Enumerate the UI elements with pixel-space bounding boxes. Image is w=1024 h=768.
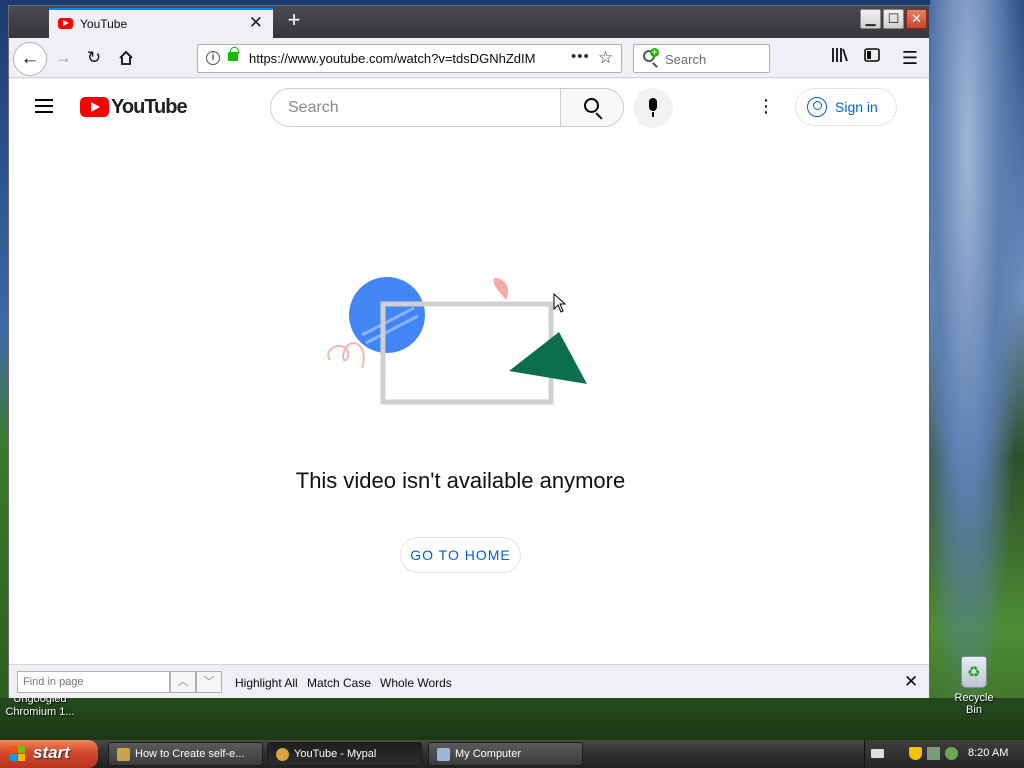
chevron-up-icon: ︿ (177, 676, 189, 688)
home-button[interactable] (112, 44, 140, 72)
chevron-down-icon: ﹀ (203, 676, 215, 688)
go-to-home-button[interactable]: GO TO HOME (400, 537, 521, 573)
computer-icon (437, 748, 450, 761)
reload-button[interactable]: ↻ (80, 44, 108, 72)
page-content: YouTube Search · · · Sign in This video is… (9, 79, 929, 664)
start-label: start (33, 743, 70, 762)
home-icon (119, 50, 133, 65)
taskbar-item-youtube-mypal[interactable]: YouTube - Mypal (267, 742, 422, 766)
minimize-button[interactable]: ▁ (860, 9, 881, 29)
hamburger-menu-icon: ☰ (901, 48, 919, 68)
youtube-logo-text: YouTube (111, 96, 188, 118)
back-arrow-icon: ← (20, 48, 40, 69)
network-icon[interactable] (927, 747, 940, 760)
taskbar-item-how-to[interactable]: How to Create self-e... (108, 742, 263, 766)
unavailable-message: This video isn't available anymore (295, 468, 626, 493)
find-previous-button[interactable]: ︿ (170, 671, 196, 693)
forward-button[interactable]: → (49, 44, 77, 72)
taskbar-item-label: How to Create self-e... (135, 748, 245, 760)
back-button[interactable]: ← (13, 42, 47, 76)
navigation-toolbar: ← → ↻ i https://www.youtube.com/watch?v=… (9, 38, 929, 78)
taskbar-item-my-computer[interactable]: My Computer (428, 742, 583, 766)
youtube-guide-button[interactable] (35, 99, 53, 113)
safely-remove-icon[interactable] (945, 747, 958, 760)
url-text[interactable]: https://www.youtube.com/watch?v=tdsDGNhZ… (249, 51, 535, 66)
forward-arrow-icon: → (54, 48, 72, 67)
recycle-bin-icon (961, 656, 987, 688)
mouse-cursor-icon (553, 293, 567, 313)
info-icon[interactable]: i (206, 51, 220, 65)
tab-youtube[interactable]: YouTube ✕ (49, 8, 273, 38)
open-menu-button[interactable]: ☰ (899, 47, 921, 69)
tab-strip: YouTube ✕ + ▁ ☐ ✕ (9, 6, 929, 38)
windows-flag-icon (10, 746, 26, 762)
page-actions-icon[interactable]: ••• (571, 48, 590, 65)
settings-more-icon[interactable]: · · · (761, 90, 771, 122)
youtube-search-button[interactable] (560, 88, 624, 127)
search-icon (584, 98, 599, 113)
clock[interactable]: 8:20 AM (968, 747, 1008, 759)
find-bar: Find in page ︿ ﹀ Highlight All Match Cas… (9, 664, 929, 698)
address-bar[interactable]: i https://www.youtube.com/watch?v=tdsDGN… (197, 44, 622, 73)
close-window-button[interactable]: ✕ (906, 9, 927, 29)
bookmark-star-icon[interactable]: ☆ (598, 48, 613, 68)
desktop-icon-chromium[interactable]: Ungoogled Chromium 1... (4, 696, 76, 718)
taskbar: start How to Create self-e... YouTube - … (0, 740, 1024, 768)
account-icon (807, 97, 827, 117)
whole-words-toggle[interactable]: Whole Words (380, 676, 452, 690)
browser-search-box[interactable]: + Search (633, 44, 770, 73)
recycle-bin-label: Recycle Bin (954, 692, 994, 716)
match-case-toggle[interactable]: Match Case (307, 676, 371, 690)
tab-title: YouTube (80, 17, 128, 31)
youtube-favicon-icon (58, 18, 73, 29)
find-next-button[interactable]: ﹀ (196, 671, 222, 693)
keyboard-icon[interactable] (871, 749, 884, 758)
close-find-bar-icon[interactable]: ✕ (904, 672, 918, 692)
youtube-search-placeholder: Search (288, 99, 339, 116)
youtube-play-icon (80, 97, 109, 117)
desktop-background-left (0, 0, 8, 740)
taskbar-item-label: My Computer (455, 748, 522, 760)
reload-icon: ↻ (86, 48, 102, 67)
app-icon (117, 748, 130, 761)
system-tray: 8:20 AM (864, 740, 1024, 768)
add-search-engine-icon: + (650, 47, 659, 57)
library-button[interactable] (829, 47, 851, 69)
highlight-all-toggle[interactable]: Highlight All (235, 676, 298, 690)
taskbar-item-label: YouTube - Mypal (294, 748, 377, 760)
new-tab-button[interactable]: + (281, 8, 307, 34)
shield-icon[interactable] (909, 747, 922, 760)
browser-window: YouTube ✕ + ▁ ☐ ✕ ← → ↻ i https://www.yo… (8, 5, 930, 698)
desktop-background (930, 0, 1024, 740)
desktop-background-bottom (0, 698, 1024, 740)
maximize-button[interactable]: ☐ (883, 9, 904, 29)
voice-search-button[interactable] (633, 88, 673, 128)
library-icon (832, 48, 848, 62)
sign-in-label: Sign in (835, 99, 878, 115)
youtube-search-input[interactable]: Search (270, 88, 561, 127)
sidebar-button[interactable] (861, 47, 883, 69)
start-button[interactable]: start (0, 740, 98, 768)
tab-close-icon[interactable]: ✕ (249, 14, 263, 32)
find-in-page-input[interactable]: Find in page (17, 671, 170, 693)
sign-in-button[interactable]: Sign in (795, 88, 897, 126)
desktop-icon-recycle-bin[interactable]: Recycle Bin (946, 656, 1002, 716)
browser-search-placeholder: Search (665, 52, 707, 67)
mypal-icon (276, 748, 289, 761)
desktop-icon-label-line2: Chromium 1... (5, 706, 75, 718)
sidebar-icon (864, 48, 880, 62)
unavailable-illustration (327, 277, 587, 405)
lock-icon[interactable] (228, 47, 239, 61)
